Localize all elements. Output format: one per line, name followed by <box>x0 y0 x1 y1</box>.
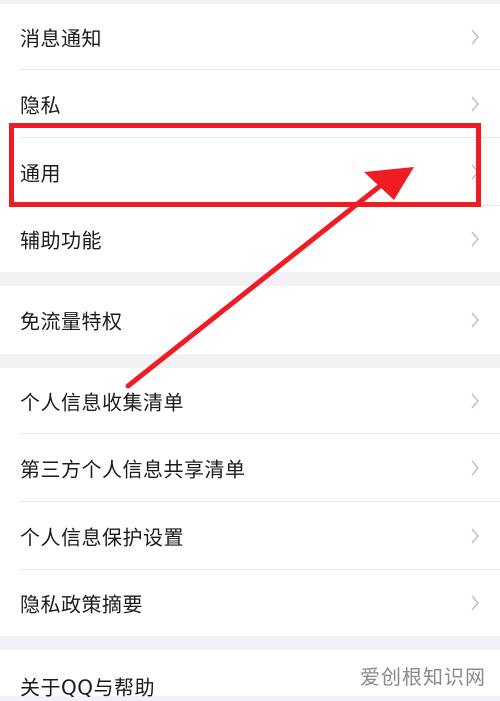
chevron-right-icon <box>471 96 480 112</box>
settings-item-label: 隐私 <box>20 93 61 118</box>
settings-item-label: 通用 <box>20 161 61 186</box>
settings-item-free-data[interactable]: 免流量特权 <box>0 286 500 354</box>
chevron-right-icon <box>471 164 480 180</box>
settings-item-label: 消息通知 <box>20 26 102 51</box>
settings-item-privacy[interactable]: 隐私 <box>0 70 500 138</box>
settings-item-notifications[interactable]: 消息通知 <box>0 4 500 70</box>
settings-item-label: 免流量特权 <box>20 309 123 334</box>
settings-item-personal-info-list[interactable]: 个人信息收集清单 <box>0 368 500 434</box>
chevron-right-icon <box>471 29 480 45</box>
chevron-right-icon <box>471 393 480 409</box>
settings-item-accessibility[interactable]: 辅助功能 <box>0 206 500 272</box>
watermark-text: 爱创根知识网 <box>360 665 486 689</box>
settings-item-label: 个人信息收集清单 <box>20 390 184 415</box>
settings-item-privacy-policy-summary[interactable]: 隐私政策摘要 <box>0 570 500 636</box>
chevron-right-icon <box>471 595 480 611</box>
settings-item-label: 关于QQ与帮助 <box>20 675 155 700</box>
settings-item-third-party-sharing[interactable]: 第三方个人信息共享清单 <box>0 434 500 502</box>
settings-item-general[interactable]: 通用 <box>0 138 500 206</box>
settings-item-info-protection[interactable]: 个人信息保护设置 <box>0 502 500 570</box>
chevron-right-icon <box>471 231 480 247</box>
chevron-right-icon <box>471 312 480 328</box>
chevron-right-icon <box>471 528 480 544</box>
chevron-right-icon <box>471 460 480 476</box>
settings-item-label: 个人信息保护设置 <box>20 525 184 550</box>
settings-item-label: 隐私政策摘要 <box>20 592 143 617</box>
settings-item-label: 辅助功能 <box>20 228 102 253</box>
settings-item-label: 第三方个人信息共享清单 <box>20 457 246 482</box>
